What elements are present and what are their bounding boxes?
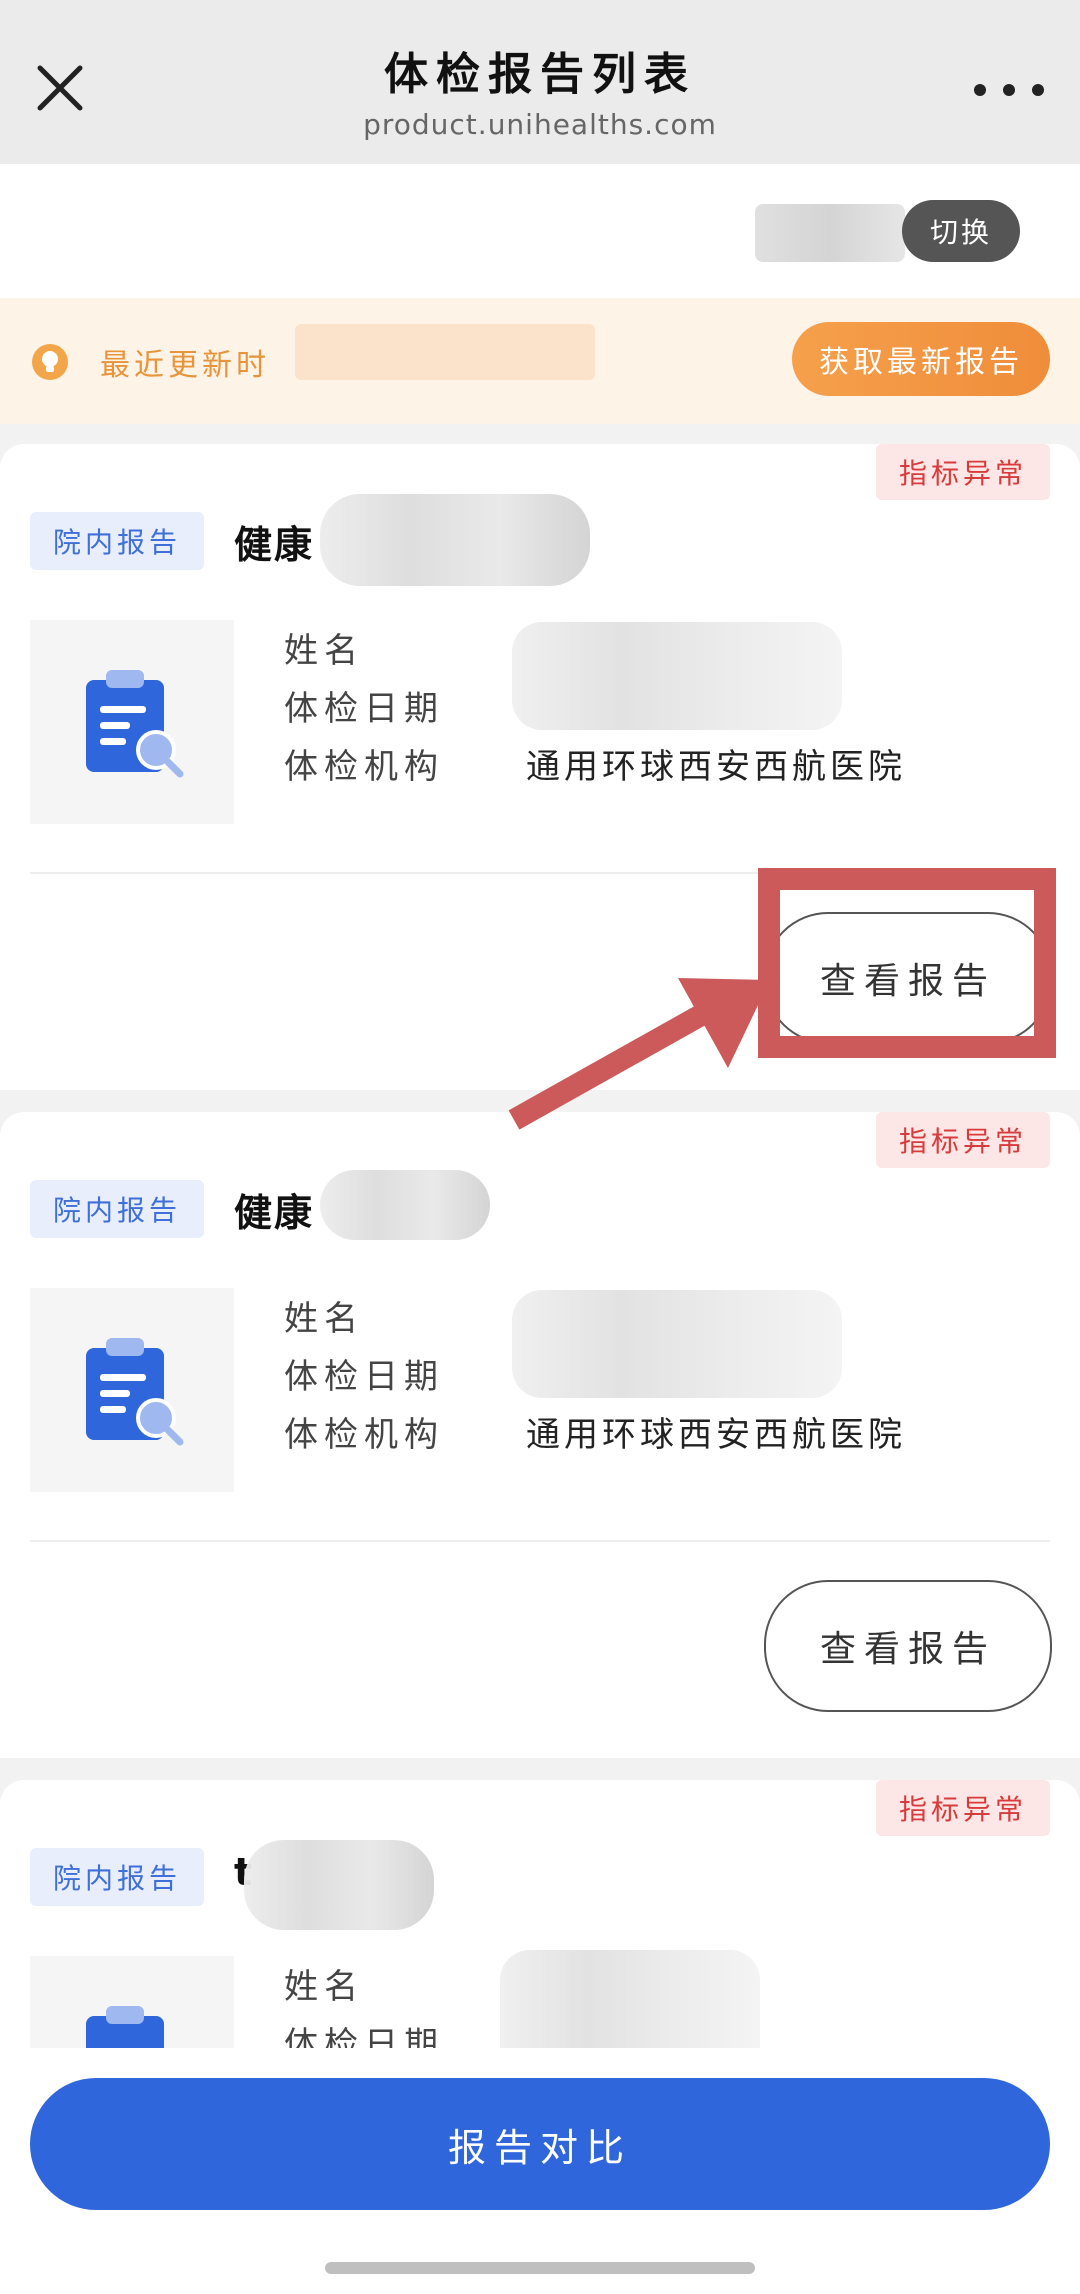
report-type-badge: 院内报告 — [30, 1848, 204, 1906]
report-card: 指标异常 院内报告 健康 姓名 体检日期 体检机构 通用环球西安西航医院 查看报… — [0, 1112, 1080, 1758]
date-label: 体检日期 — [284, 689, 444, 729]
more-options-icon[interactable] — [974, 70, 1044, 110]
report-card: 指标异常 院内报告 t 姓名 体检日期 — [0, 1780, 1080, 2160]
name-label: 姓名 — [284, 1299, 364, 1339]
report-search-icon — [86, 1338, 184, 1446]
annotation-highlight-box — [758, 868, 1056, 1058]
org-value: 通用环球西安西航医院 — [526, 747, 906, 787]
dot-icon — [1003, 84, 1015, 96]
lightbulb-icon — [30, 342, 70, 382]
redacted-report-title — [320, 494, 590, 586]
switch-button[interactable]: 切换 — [902, 200, 1020, 262]
name-label: 姓名 — [284, 1967, 364, 2007]
report-title: 健康 — [234, 523, 315, 567]
report-thumbnail — [30, 1288, 234, 1492]
fetch-latest-report-button[interactable]: 获取最新报告 — [792, 322, 1050, 396]
dot-icon — [974, 84, 986, 96]
report-type-badge: 院内报告 — [30, 1180, 204, 1238]
redacted-patient-info — [512, 1290, 842, 1398]
home-indicator — [325, 2262, 755, 2274]
view-report-button[interactable]: 查看报告 — [764, 1580, 1052, 1712]
info-labels: 姓名 体检日期 体检机构 — [284, 1290, 444, 1464]
date-label: 体检日期 — [284, 1357, 444, 1397]
bottom-action-bar: 报告对比 — [0, 2048, 1080, 2294]
report-search-icon — [86, 670, 184, 778]
page-title: 体检报告列表 — [384, 49, 696, 100]
org-value: 通用环球西安西航医院 — [526, 1415, 906, 1455]
report-thumbnail — [30, 620, 234, 824]
top-nav-bar: 体检报告列表 product.unihealths.com — [0, 0, 1080, 164]
org-label: 体检机构 — [284, 1415, 444, 1455]
info-labels: 姓名 体检日期 体检机构 — [284, 622, 444, 796]
redacted-report-title — [244, 1840, 434, 1930]
report-title: 健康 — [234, 1191, 315, 1235]
update-notice-bar: 最近更新时 获取最新报告 — [0, 298, 1080, 424]
report-type-badge: 院内报告 — [30, 512, 204, 570]
org-label: 体检机构 — [284, 747, 444, 787]
name-label: 姓名 — [284, 631, 364, 671]
redacted-patient-name — [755, 204, 905, 262]
annotation-arrow-icon — [508, 978, 770, 1130]
page-url: product.unihealths.com — [363, 108, 717, 141]
abnormal-indicator-badge: 指标异常 — [876, 444, 1050, 500]
compare-reports-button[interactable]: 报告对比 — [30, 2078, 1050, 2210]
redacted-update-time — [295, 324, 595, 380]
last-update-label: 最近更新时 — [100, 348, 270, 383]
redacted-report-title — [320, 1170, 490, 1240]
redacted-patient-info — [512, 622, 842, 730]
divider — [30, 1540, 1050, 1542]
abnormal-indicator-badge: 指标异常 — [876, 1112, 1050, 1168]
dot-icon — [1032, 84, 1044, 96]
patient-switch-row: 切换 — [0, 164, 1080, 298]
abnormal-indicator-badge: 指标异常 — [876, 1780, 1050, 1836]
